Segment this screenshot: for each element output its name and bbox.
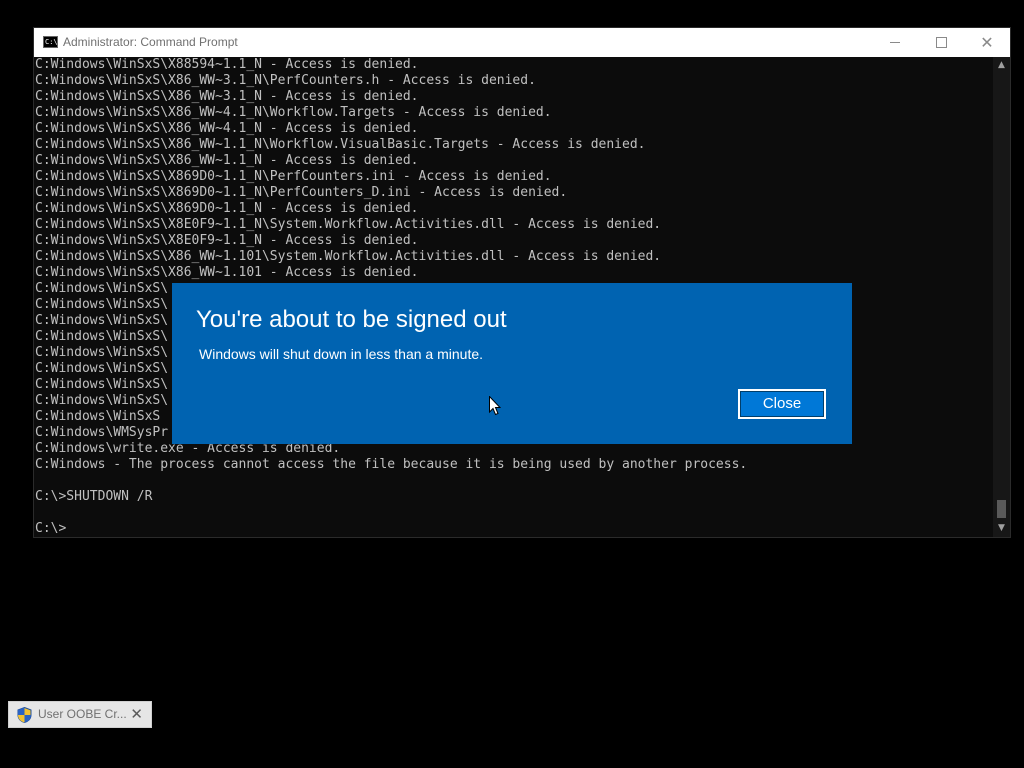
vertical-scrollbar[interactable]: ▲ ▼	[993, 57, 1010, 537]
minimize-icon	[890, 41, 900, 43]
console-line: C:Windows\WinSxS\X869D0~1.1_N\PerfCounte…	[35, 185, 568, 200]
console-line: C:Windows\WinSxS\X86_WW~1.101 - Access i…	[35, 265, 419, 280]
console-line: C:Windows - The process cannot access th…	[35, 457, 748, 472]
taskbar-close-icon[interactable]: ✕	[130, 702, 143, 727]
console-line: C:Windows\WinSxS\X86_WW~1.1_N\Workflow.V…	[35, 137, 646, 152]
console-line: C:\>	[35, 521, 67, 536]
minimize-button[interactable]	[872, 28, 918, 57]
console-line: C:Windows\WinSxS\X869D0~1.1_N\PerfCounte…	[35, 169, 552, 184]
dialog-title: You're about to be signed out	[196, 306, 507, 333]
close-icon: ✕	[980, 33, 994, 52]
dialog-close-button[interactable]: Close	[738, 389, 826, 419]
console-line: C:Windows\WinSxS\X88594~1.1_N - Access i…	[35, 57, 419, 72]
console-icon: C:\	[43, 36, 58, 48]
taskbar-item-user-oobe[interactable]: User OOBE Cr... ✕	[8, 701, 152, 728]
console-line: C:Windows\WinSxS\X86_WW~4.1_N - Access i…	[35, 121, 419, 136]
maximize-button[interactable]	[918, 28, 964, 57]
scroll-thumb[interactable]	[997, 500, 1006, 518]
console-line: C:Windows\WinSxS\X86_WW~1.1_N - Access i…	[35, 153, 419, 168]
title-bar[interactable]: C:\ Administrator: Command Prompt ✕	[34, 28, 1010, 57]
uac-shield-icon	[17, 707, 32, 723]
console-line: C:Windows\WinSxS\X8E0F9~1.1_N - Access i…	[35, 233, 419, 248]
taskbar-item-label: User OOBE Cr...	[38, 707, 127, 721]
sign-out-dialog: You're about to be signed out Windows wi…	[172, 283, 852, 444]
scroll-down-arrow-icon[interactable]: ▼	[993, 520, 1010, 537]
dialog-message: Windows will shut down in less than a mi…	[199, 346, 484, 362]
mouse-pointer-icon	[489, 396, 501, 416]
maximize-icon	[935, 36, 947, 48]
console-line: C:Windows\WinSxS\X86_WW~4.1_N\Workflow.T…	[35, 105, 552, 120]
console-line: C:Windows\WinSxS\X8E0F9~1.1_N\System.Wor…	[35, 217, 662, 232]
console-line: C:\>SHUTDOWN /R	[35, 489, 153, 504]
console-line: C:Windows\WinSxS\X869D0~1.1_N - Access i…	[35, 201, 419, 216]
console-line: C:Windows\WinSxS\X86_WW~1.101\System.Wor…	[35, 249, 662, 264]
scroll-up-arrow-icon[interactable]: ▲	[993, 57, 1010, 74]
window-title: Administrator: Command Prompt	[63, 35, 238, 49]
console-line: C:Windows\WinSxS\X86_WW~3.1_N\PerfCounte…	[35, 73, 536, 88]
console-line: C:Windows\WinSxS\X86_WW~3.1_N - Access i…	[35, 89, 419, 104]
close-window-button[interactable]: ✕	[964, 28, 1010, 57]
